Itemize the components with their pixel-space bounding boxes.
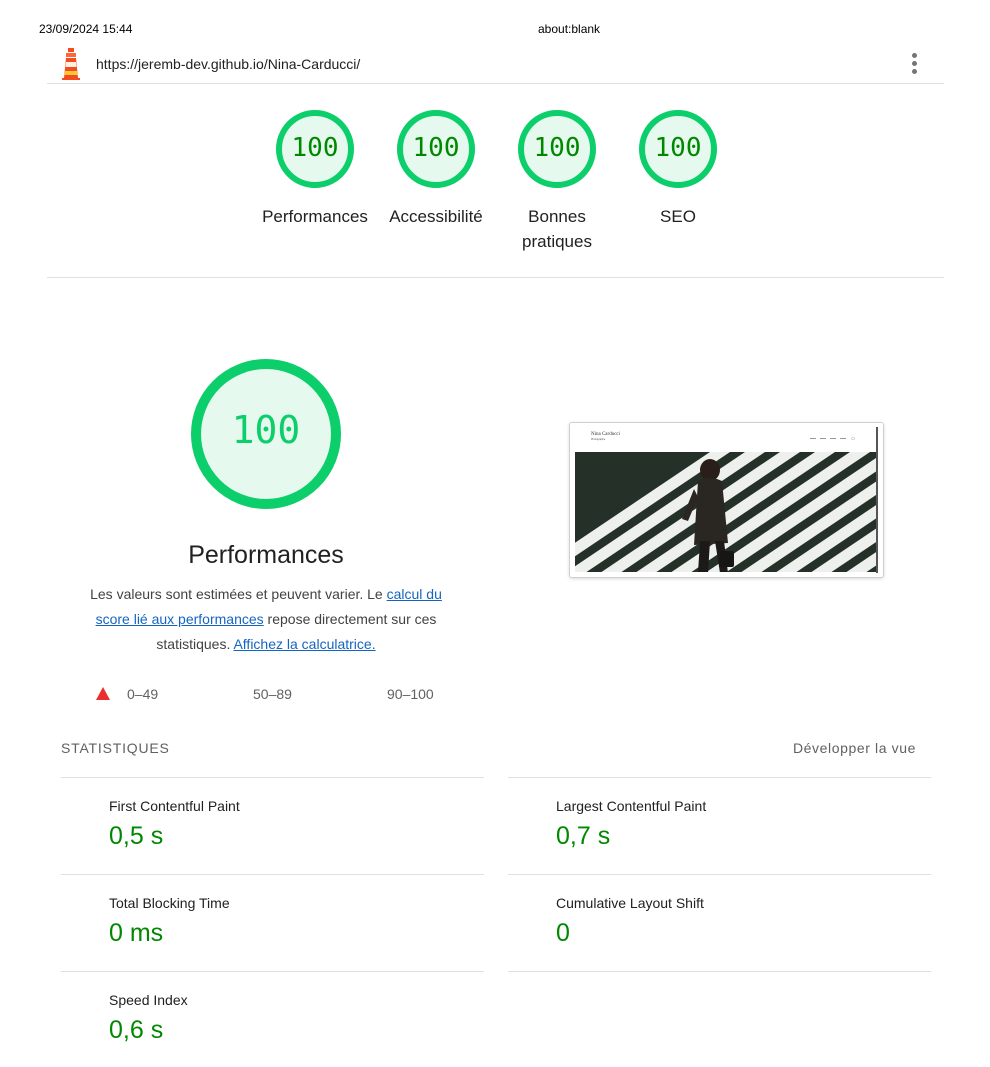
metric-value: 0 bbox=[556, 919, 570, 947]
print-title: about:blank bbox=[538, 22, 601, 36]
metric-label: Total Blocking Time bbox=[109, 895, 230, 911]
gauge-ring: 100 bbox=[516, 108, 598, 190]
triangle-icon bbox=[96, 687, 110, 700]
statistics-title: STATISTIQUES bbox=[61, 740, 170, 756]
metric-value: 0,6 s bbox=[109, 1016, 164, 1044]
print-header: 23/09/2024 15:44 about:blank bbox=[0, 22, 990, 38]
gauge-best-practices[interactable]: 100 Bonnes pratiques bbox=[497, 108, 617, 254]
gauge-accessibility[interactable]: 100 Accessibilité bbox=[376, 108, 496, 229]
gauge-ring: 100 bbox=[637, 108, 719, 190]
score-legend: 0–49 50–89 90–100 bbox=[94, 686, 474, 706]
gauge-label: SEO bbox=[660, 207, 696, 226]
gauge-label: Bonnes pratiques bbox=[522, 207, 592, 251]
metric-label: Speed Index bbox=[109, 992, 188, 1008]
calculator-link[interactable]: Affichez la calculatrice. bbox=[233, 636, 375, 652]
metric-largest-contentful-paint[interactable]: Largest Contentful Paint 0,7 s bbox=[508, 777, 931, 875]
section-divider bbox=[47, 277, 944, 278]
performance-description: Les valeurs sont estimées et peuvent var… bbox=[70, 582, 462, 657]
legend-average: 50–89 bbox=[253, 686, 292, 702]
performance-summary: 100 Performances Les valeurs sont estimé… bbox=[70, 358, 462, 657]
metric-total-blocking-time[interactable]: Total Blocking Time 0 ms bbox=[61, 874, 484, 972]
screenshot-site-sub: Photographe bbox=[591, 438, 606, 441]
score-gauges: 100 Performances 100 Accessibilité 100 B… bbox=[0, 108, 990, 258]
metric-first-contentful-paint[interactable]: First Contentful Paint 0,5 s bbox=[61, 777, 484, 875]
gauge-ring: 100 bbox=[274, 108, 356, 190]
metric-divider bbox=[508, 971, 931, 972]
metric-label: First Contentful Paint bbox=[109, 798, 240, 814]
metric-label: Cumulative Layout Shift bbox=[556, 895, 704, 911]
gauge-performance[interactable]: 100 Performances bbox=[255, 108, 375, 229]
metric-cumulative-layout-shift[interactable]: Cumulative Layout Shift 0 bbox=[508, 874, 931, 972]
screenshot-site-name: Nina Carducci bbox=[591, 432, 621, 437]
gauge-score: 100 bbox=[412, 133, 460, 163]
metric-value: 0,5 s bbox=[109, 822, 164, 850]
kebab-menu-icon[interactable] bbox=[906, 53, 922, 77]
page-screenshot[interactable]: Nina Carducci Photographe bbox=[569, 422, 884, 578]
report-url[interactable]: https://jeremb-dev.github.io/Nina-Carduc… bbox=[96, 56, 360, 72]
gauge-score: 100 bbox=[654, 133, 702, 163]
print-date: 23/09/2024 15:44 bbox=[39, 22, 133, 36]
performance-title: Performances bbox=[188, 541, 344, 569]
legend-fail-label: 0–49 bbox=[127, 686, 159, 702]
legend-pass: 90–100 bbox=[387, 686, 434, 702]
screenshot-image: Nina Carducci Photographe bbox=[570, 423, 883, 577]
report-topbar: https://jeremb-dev.github.io/Nina-Carduc… bbox=[47, 44, 944, 84]
gauge-score: 100 bbox=[533, 133, 581, 163]
gauge-label: Accessibilité bbox=[389, 207, 483, 226]
metric-value: 0 ms bbox=[109, 919, 164, 947]
legend-fail: 0–49 bbox=[96, 686, 158, 702]
statistics-header: STATISTIQUES Développer la vue bbox=[61, 740, 916, 760]
metric-value: 0,7 s bbox=[556, 822, 611, 850]
expand-view-button[interactable]: Développer la vue bbox=[793, 740, 916, 756]
gauge-score: 100 bbox=[291, 133, 339, 163]
lighthouse-icon bbox=[62, 48, 80, 80]
gauge-ring: 100 bbox=[395, 108, 477, 190]
gauge-seo[interactable]: 100 SEO bbox=[618, 108, 738, 229]
gauge-label: Performances bbox=[262, 207, 368, 226]
metric-speed-index[interactable]: Speed Index 0,6 s bbox=[61, 971, 484, 1067]
metric-label: Largest Contentful Paint bbox=[556, 798, 707, 814]
performance-gauge: 100 bbox=[190, 358, 342, 510]
performance-score: 100 bbox=[231, 408, 301, 452]
desc-text: Les valeurs sont estimées et peuvent var… bbox=[90, 586, 387, 602]
